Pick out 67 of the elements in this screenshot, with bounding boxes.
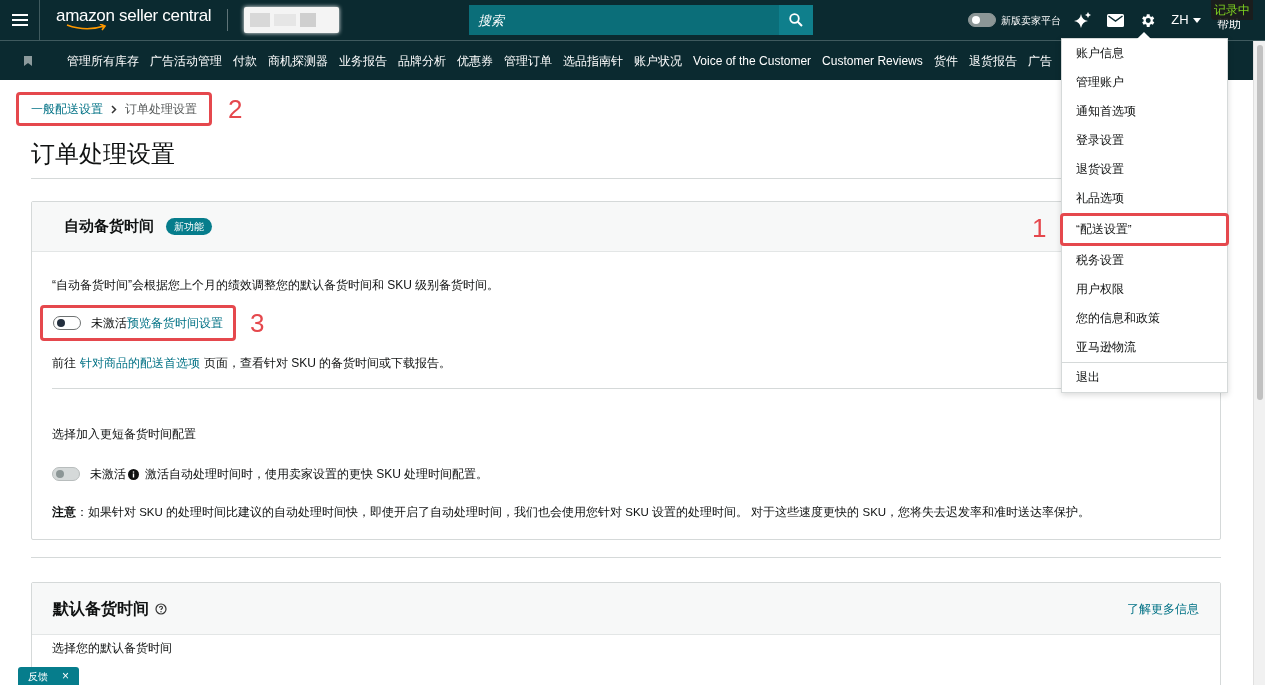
goto-text: 页面，查看针对 SKU 的备货时间或下载报告。 bbox=[204, 355, 452, 372]
nav-link[interactable]: 管理所有库存 bbox=[67, 51, 139, 70]
bookmark-icon[interactable] bbox=[24, 55, 32, 66]
menu-item[interactable]: 退出 bbox=[1062, 363, 1227, 392]
menu-icon bbox=[11, 14, 28, 26]
card-title: 自动备货时间 bbox=[64, 216, 154, 237]
settings-icon[interactable] bbox=[1139, 11, 1157, 29]
chevron-icon bbox=[111, 104, 117, 114]
help-icon[interactable] bbox=[155, 602, 167, 615]
nav-link[interactable]: 付款 bbox=[233, 51, 257, 70]
search-button[interactable] bbox=[779, 5, 814, 35]
menu-item[interactable]: “配送设置” bbox=[1063, 216, 1145, 243]
nav-link[interactable]: 账户状况 bbox=[634, 51, 682, 70]
menu-item[interactable]: 退货设置 bbox=[1062, 155, 1227, 184]
annotation-number: 2 bbox=[228, 96, 243, 122]
goto-text: 前往 bbox=[52, 355, 76, 372]
toggle-label: 新版卖家平台 bbox=[1001, 13, 1062, 28]
nav-link[interactable]: 商机探测器 bbox=[268, 51, 328, 70]
nav-link[interactable]: 优惠券 bbox=[457, 51, 493, 70]
nav-link[interactable]: 广告活动管理 bbox=[150, 51, 222, 70]
menu-item[interactable]: 账户信息 bbox=[1062, 39, 1227, 68]
caret-icon bbox=[1192, 17, 1201, 23]
body-text: 选择您的默认备货时间 bbox=[52, 640, 172, 658]
nav-link[interactable]: 选品指南针 bbox=[563, 51, 623, 70]
menu-item[interactable]: 税务设置 bbox=[1062, 246, 1227, 275]
menu-item[interactable]: 管理账户 bbox=[1062, 68, 1227, 97]
amazon-logo[interactable]: amazon seller central bbox=[56, 7, 212, 33]
nav-link[interactable]: 业务报告 bbox=[339, 51, 387, 70]
feedback-button[interactable]: 反馈 bbox=[28, 668, 48, 684]
menu-item[interactable]: 礼品选项 bbox=[1062, 184, 1227, 213]
close-button[interactable]: × bbox=[62, 670, 69, 682]
annotation-number: 1 bbox=[1032, 213, 1047, 243]
new-feature-badge: 新功能 bbox=[166, 218, 212, 235]
breadcrumb-link[interactable]: 一般配送设置 bbox=[31, 100, 103, 118]
nav-link[interactable]: 管理订单 bbox=[504, 51, 552, 70]
card-title: 默认备货时间 bbox=[53, 598, 149, 620]
toggle-switch[interactable] bbox=[968, 13, 997, 27]
section-heading: 选择加入更短备货时间配置 bbox=[52, 426, 196, 443]
nav-link[interactable]: 货件 bbox=[933, 51, 958, 70]
page-title: 订单处理设置 bbox=[31, 139, 175, 169]
menu-item[interactable]: 用户权限 bbox=[1062, 275, 1227, 304]
learn-more-link[interactable]: 了解更多信息 bbox=[1127, 599, 1199, 618]
annotation-number: 3 bbox=[250, 310, 265, 336]
toggle-description: 激活自动处理时间时，使用卖家设置的更快 SKU 处理时间配置。 bbox=[145, 466, 489, 483]
recording-indicator: 记录中 bbox=[1211, 0, 1253, 20]
preferences-link[interactable]: 针对商品的配送首选项 bbox=[80, 354, 200, 372]
nav-link[interactable]: 退货报告 bbox=[968, 51, 1017, 70]
nav-link[interactable]: 品牌分析 bbox=[398, 51, 446, 70]
search-field[interactable]: 搜索 bbox=[469, 5, 780, 35]
description-text: “自动备货时间”会根据您上个月的绩效调整您的默认备货时间和 SKU 级别备货时间。 bbox=[52, 277, 500, 294]
menu-item[interactable]: 您的信息和政策 bbox=[1062, 304, 1227, 333]
status-text: 未激活 bbox=[90, 466, 126, 483]
status-text: 未激活 bbox=[91, 315, 127, 332]
breadcrumb-current: 订单处理设置 bbox=[125, 101, 197, 118]
nav-link[interactable]: Voice of the Customer bbox=[693, 51, 812, 70]
menu-item[interactable]: 通知首选项 bbox=[1062, 97, 1227, 126]
mail-icon[interactable] bbox=[1107, 13, 1125, 27]
note-text: 注意：如果针对 SKU 的处理时间比建议的自动处理时间快，即使开启了自动处理时间，我们也会使用您针对 SKU 设置的处理时间。 对于这些速度更快的 SKU，您将失去迟发率和准时送达率保护。 bbox=[52, 504, 1091, 520]
menu-item[interactable]: 亚马逊物流 bbox=[1062, 333, 1227, 362]
menu-item[interactable]: 登录设置 bbox=[1062, 126, 1227, 155]
search-icon bbox=[789, 13, 804, 27]
language-selector[interactable]: ZH bbox=[1171, 10, 1201, 30]
nav-link[interactable]: 广告 bbox=[1027, 51, 1052, 70]
toggle-switch[interactable] bbox=[53, 316, 81, 330]
preview-link[interactable]: 预览备货时间设置 bbox=[127, 314, 223, 332]
info-icon[interactable] bbox=[128, 468, 139, 480]
nav-link[interactable]: Customer Reviews bbox=[822, 51, 923, 70]
